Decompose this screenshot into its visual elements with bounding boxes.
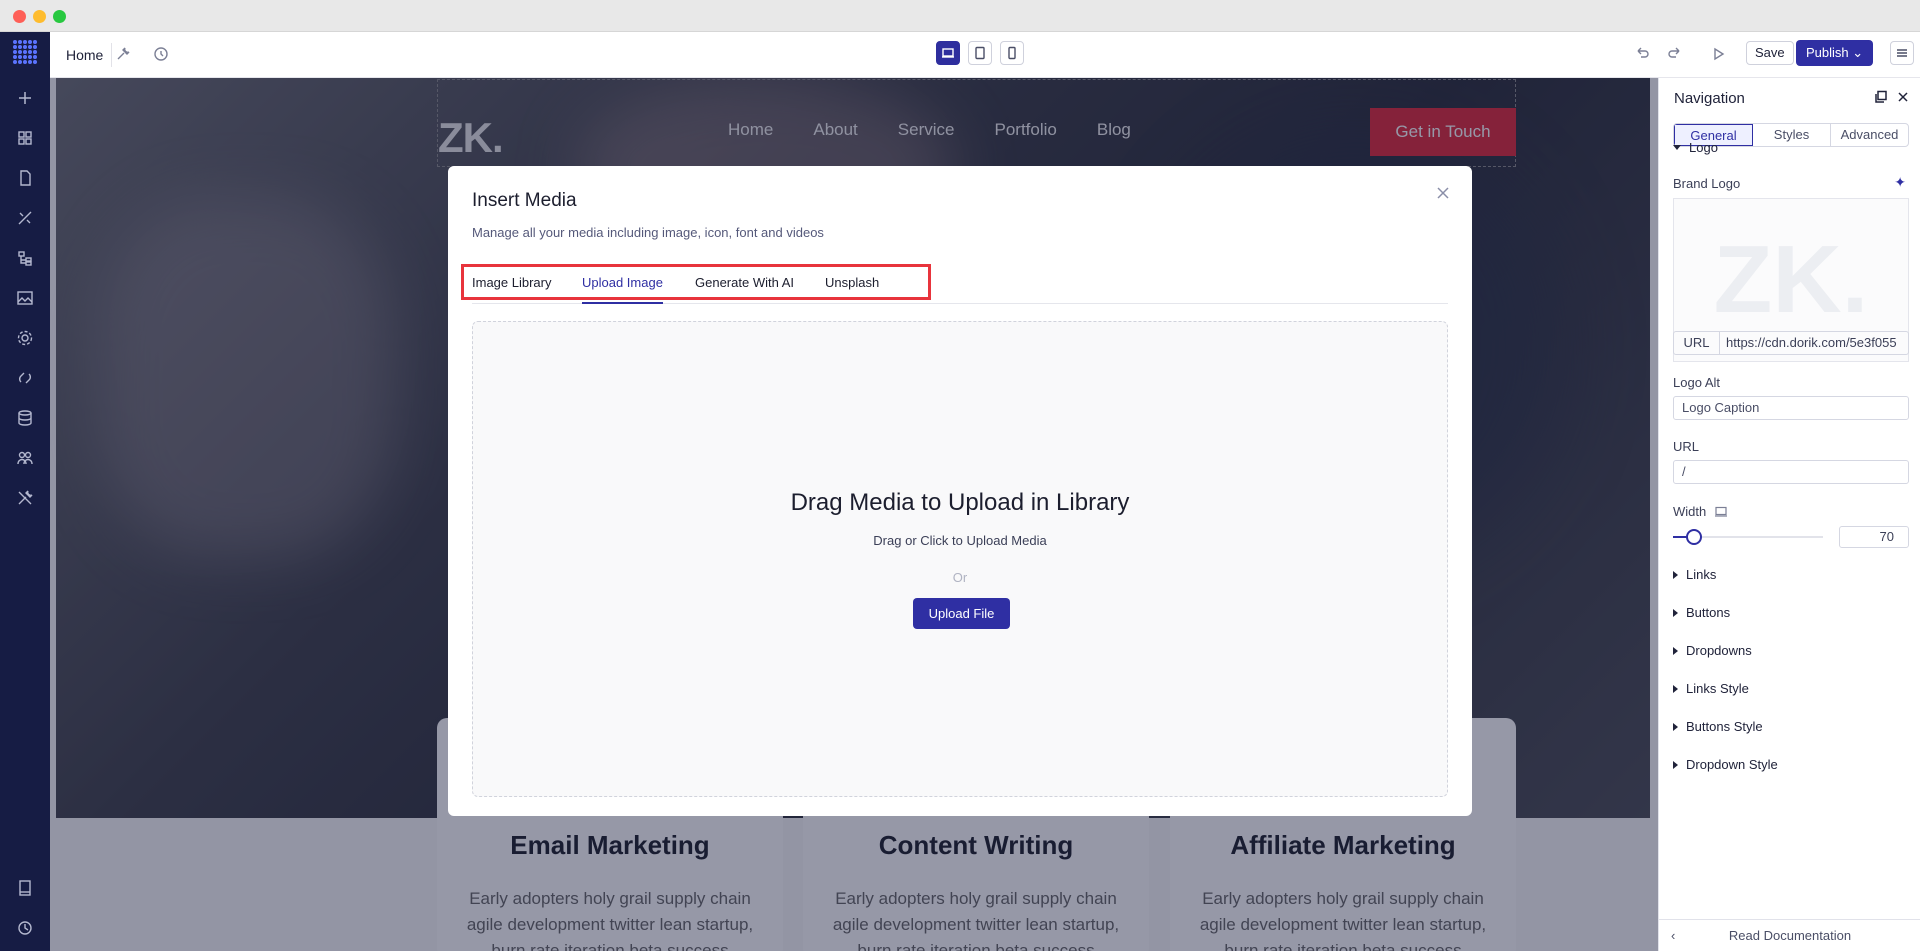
hamburger-menu-icon[interactable] (1890, 41, 1914, 65)
active-tab-indicator (582, 302, 663, 304)
logo-section-label: Logo (1689, 140, 1718, 155)
panel-title: Navigation (1674, 90, 1745, 107)
window-titlebar (0, 0, 1920, 32)
pages-icon[interactable] (15, 168, 35, 188)
left-sidebar (0, 32, 50, 951)
section-label: Links (1686, 567, 1717, 582)
settings-icon[interactable] (15, 328, 35, 348)
dropzone-or: Or (952, 570, 968, 585)
clock-icon[interactable] (151, 44, 171, 64)
add-icon[interactable] (15, 88, 35, 108)
database-icon[interactable] (15, 408, 35, 428)
read-documentation-label: Read Documentation (1728, 928, 1852, 943)
maximize-window-button[interactable] (53, 10, 66, 23)
minimize-window-button[interactable] (33, 10, 46, 23)
buttons-section-toggle[interactable]: Buttons (1673, 605, 1730, 620)
caret-right-icon (1673, 570, 1678, 579)
caret-right-icon (1673, 722, 1678, 731)
section-label: Links Style (1686, 681, 1749, 696)
docs-icon[interactable] (15, 878, 35, 898)
section-label: Buttons (1686, 605, 1731, 620)
caret-right-icon (1673, 760, 1678, 769)
brand-logo-label: Brand Logo (1673, 176, 1741, 191)
undo-icon[interactable] (1632, 44, 1652, 64)
caret-down-icon (1673, 145, 1681, 150)
section-label: Dropdown Style (1686, 757, 1778, 772)
upload-file-button[interactable]: Upload File (913, 598, 1010, 629)
dropdowns-section-toggle[interactable]: Dropdowns (1673, 643, 1752, 658)
modal-subtitle: Manage all your media including image, i… (472, 225, 824, 240)
logo-alt-input[interactable]: Logo Caption (1673, 396, 1909, 420)
sitemap-icon[interactable] (15, 248, 35, 268)
logo-url-value: https://cdn.dorik.com/5e3f055 (1726, 335, 1897, 350)
dropdown-style-section-toggle[interactable]: Dropdown Style (1673, 757, 1778, 772)
buttons-style-section-toggle[interactable]: Buttons Style (1673, 719, 1763, 734)
publish-label: Publish (1806, 45, 1849, 60)
section-label: Dropdowns (1686, 643, 1752, 658)
dropzone-subtitle: Drag or Click to Upload Media (873, 533, 1047, 548)
editor-topbar: Home Save Publish ⌄ (50, 32, 1920, 78)
redo-icon[interactable] (1665, 44, 1685, 64)
caret-right-icon (1673, 608, 1678, 617)
upload-dropzone[interactable]: Drag Media to Upload in Library Drag or … (472, 321, 1448, 797)
current-page-label[interactable]: Home (58, 43, 113, 67)
wrench-icon[interactable] (113, 44, 133, 64)
tab-styles[interactable]: Styles (1753, 124, 1831, 146)
chevron-left-icon[interactable]: ‹ (1671, 920, 1675, 951)
logo-url-field[interactable]: URL https://cdn.dorik.com/5e3f055 (1673, 331, 1909, 355)
history-icon[interactable] (15, 918, 35, 938)
mobile-view-button[interactable] (1000, 41, 1024, 65)
preview-play-icon[interactable] (1708, 44, 1728, 64)
panel-actions (1874, 90, 1910, 109)
integrations-icon[interactable] (15, 368, 35, 388)
members-icon[interactable] (15, 448, 35, 468)
url-label: URL (1673, 439, 1700, 454)
chevron-down-icon: ⌄ (1852, 45, 1864, 60)
close-icon[interactable] (1896, 90, 1910, 109)
caret-right-icon (1673, 684, 1678, 693)
ai-sparkle-icon[interactable]: ✦ (1894, 174, 1906, 191)
publish-button[interactable]: Publish ⌄ (1796, 40, 1874, 66)
device-switcher (936, 41, 1024, 65)
url-tag: URL (1674, 332, 1720, 354)
close-icon[interactable] (1434, 184, 1452, 202)
tools-icon[interactable] (15, 488, 35, 508)
width-row: Width (1673, 504, 1728, 519)
media-icon[interactable] (15, 288, 35, 308)
width-slider[interactable] (1673, 529, 1823, 545)
properties-panel: Navigation General Styles Advanced Logo … (1658, 78, 1920, 951)
tab-advanced[interactable]: Advanced (1831, 124, 1908, 146)
modal-title: Insert Media (472, 190, 577, 211)
read-documentation-link[interactable]: ‹ Read Documentation (1659, 919, 1920, 951)
width-label: Width (1673, 504, 1707, 519)
links-style-section-toggle[interactable]: Links Style (1673, 681, 1749, 696)
logo-alt-label: Logo Alt (1673, 375, 1720, 390)
logo-preview-letters: ZK. (1713, 226, 1869, 333)
close-window-button[interactable] (13, 10, 26, 23)
copy-icon[interactable] (1874, 90, 1888, 109)
section-label: Buttons Style (1686, 719, 1763, 734)
tabs-highlight-box (461, 264, 931, 300)
url-input[interactable]: / (1673, 460, 1909, 484)
caret-right-icon (1673, 646, 1678, 655)
desktop-view-button[interactable] (936, 41, 960, 65)
width-number-input[interactable]: 70 (1839, 526, 1909, 548)
desktop-icon (1715, 506, 1728, 517)
logo-section-toggle[interactable]: Logo (1673, 140, 1718, 155)
design-tools-icon[interactable] (15, 208, 35, 228)
blocks-icon[interactable] (15, 128, 35, 148)
save-button[interactable]: Save (1746, 41, 1794, 65)
app-logo-icon[interactable] (13, 40, 37, 64)
links-section-toggle[interactable]: Links (1673, 567, 1716, 582)
width-slider-thumb[interactable] (1686, 529, 1702, 545)
tablet-view-button[interactable] (968, 41, 992, 65)
insert-media-modal: Insert Media Manage all your media inclu… (448, 166, 1472, 816)
dropzone-title: Drag Media to Upload in Library (790, 489, 1130, 516)
